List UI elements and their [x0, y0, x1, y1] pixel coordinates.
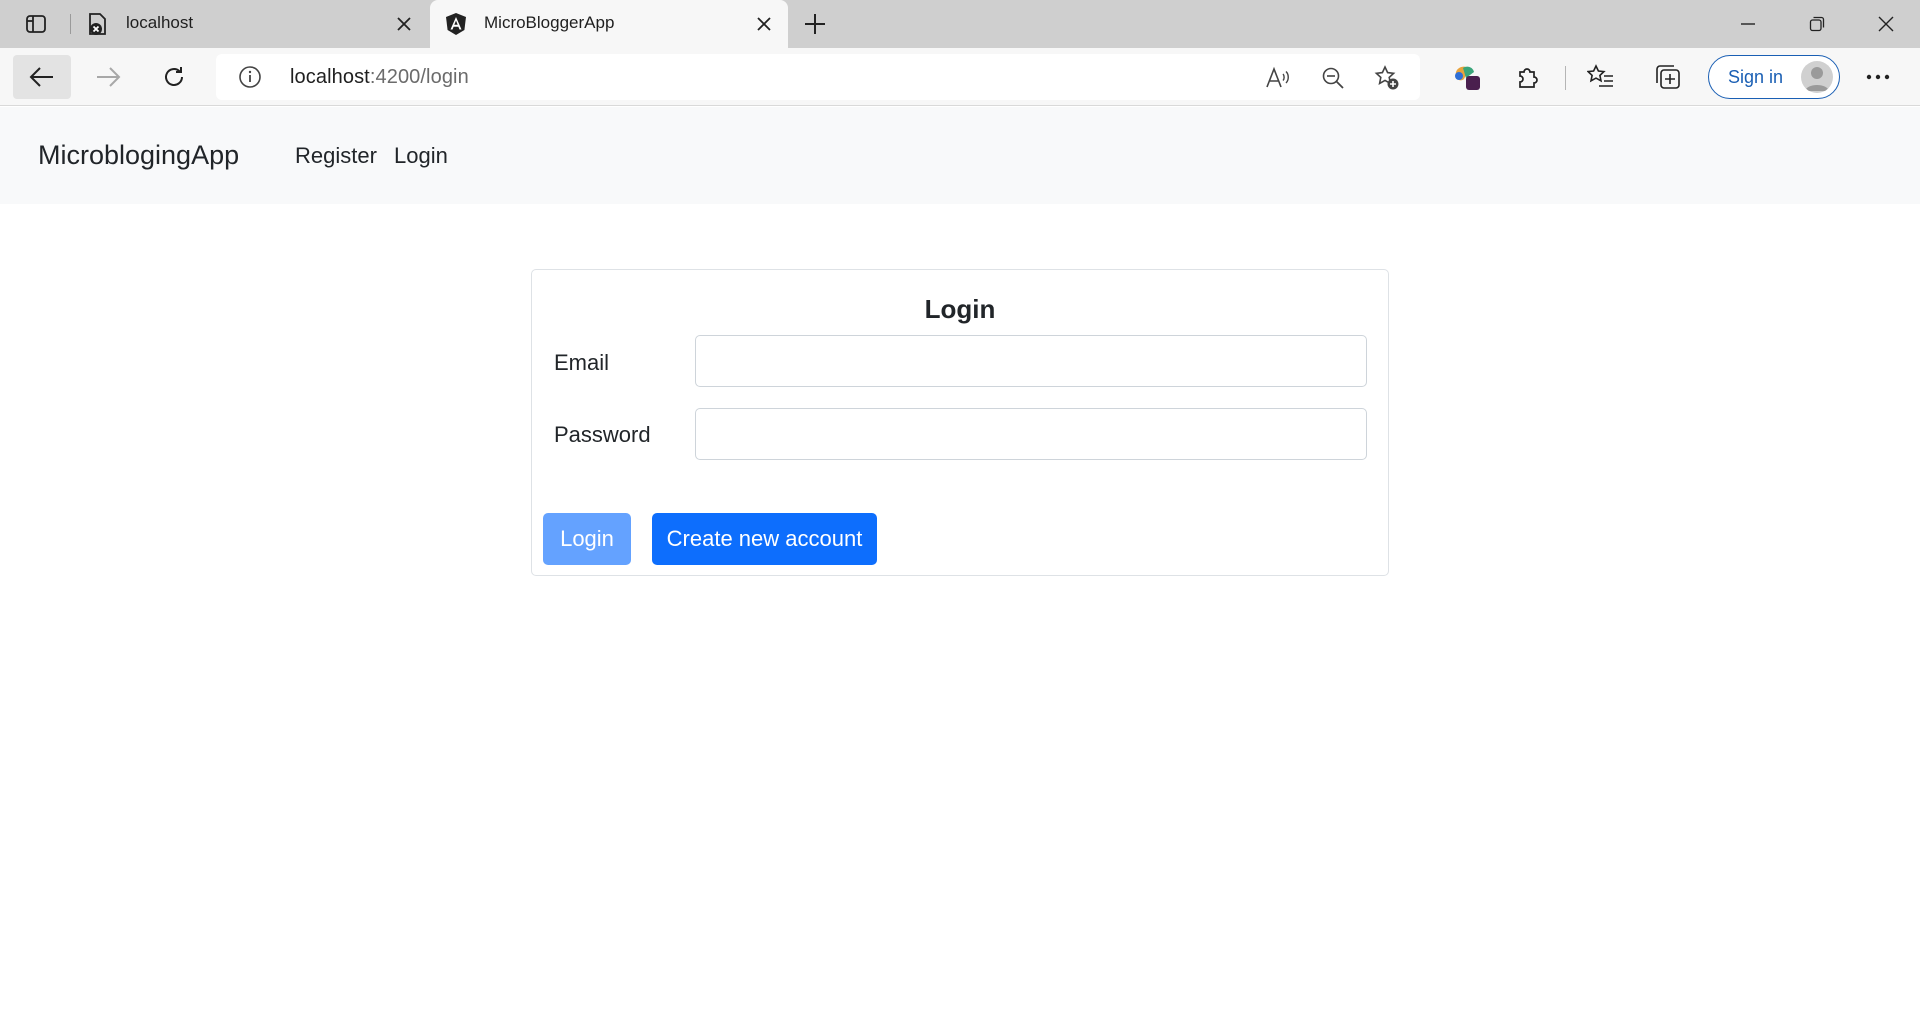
- password-field[interactable]: [695, 408, 1367, 460]
- close-window-icon[interactable]: [1866, 8, 1906, 40]
- toolbar-divider: [1565, 66, 1566, 90]
- browser-toolbar: localhost:4200/login Sign in: [0, 48, 1920, 106]
- error-page-icon: [86, 12, 110, 36]
- login-card: Login Email Password Login Create new ac…: [531, 269, 1389, 576]
- login-button[interactable]: Login: [543, 513, 631, 565]
- email-field[interactable]: [695, 335, 1367, 387]
- address-bar[interactable]: localhost:4200/login: [216, 54, 1420, 100]
- tab-microbloggerapp[interactable]: MicroBloggerApp: [430, 0, 788, 48]
- minimize-icon[interactable]: [1728, 8, 1768, 40]
- url-host: localhost: [290, 66, 370, 88]
- nav-link-register[interactable]: Register: [295, 143, 377, 169]
- url-text: localhost:4200/login: [290, 66, 469, 89]
- nav-link-login[interactable]: Login: [394, 143, 448, 169]
- tab-title: localhost: [126, 13, 194, 32]
- tab-title: MicroBloggerApp: [484, 13, 615, 32]
- restore-icon[interactable]: [1797, 8, 1837, 40]
- login-title: Login: [924, 294, 996, 324]
- tab-localhost[interactable]: localhost: [72, 0, 428, 48]
- copilot-icon[interactable]: [1450, 60, 1484, 94]
- navbar-brand[interactable]: MicroblogingApp: [38, 140, 239, 171]
- reload-icon[interactable]: [145, 55, 203, 99]
- back-icon[interactable]: [13, 55, 71, 99]
- new-tab-icon[interactable]: [800, 10, 830, 38]
- sign-in-button[interactable]: Sign in: [1708, 55, 1840, 99]
- close-icon[interactable]: [392, 12, 416, 36]
- app-navbar: MicroblogingApp Register Login: [0, 107, 1920, 204]
- collections-icon[interactable]: [1651, 60, 1685, 94]
- tab-actions-icon[interactable]: [18, 10, 54, 38]
- forward-icon[interactable]: [79, 55, 137, 99]
- password-label: Password: [554, 422, 651, 447]
- close-icon[interactable]: [752, 12, 776, 36]
- add-favorite-icon[interactable]: [1373, 64, 1401, 92]
- create-account-button[interactable]: Create new account: [652, 513, 877, 565]
- angular-icon: [444, 12, 468, 36]
- read-aloud-icon[interactable]: [1264, 64, 1292, 92]
- tab-separator: [70, 14, 71, 34]
- site-info-icon[interactable]: [238, 65, 262, 89]
- profile-icon: [1801, 61, 1833, 93]
- url-path: :4200/login: [369, 66, 469, 88]
- favorites-icon[interactable]: [1584, 60, 1618, 94]
- extensions-icon[interactable]: [1511, 60, 1545, 94]
- sign-in-label: Sign in: [1728, 67, 1784, 87]
- email-label: Email: [554, 350, 610, 375]
- tab-strip: localhost MicroBloggerApp: [0, 0, 1920, 48]
- zoom-out-icon[interactable]: [1319, 64, 1347, 92]
- more-icon[interactable]: [1858, 62, 1898, 92]
